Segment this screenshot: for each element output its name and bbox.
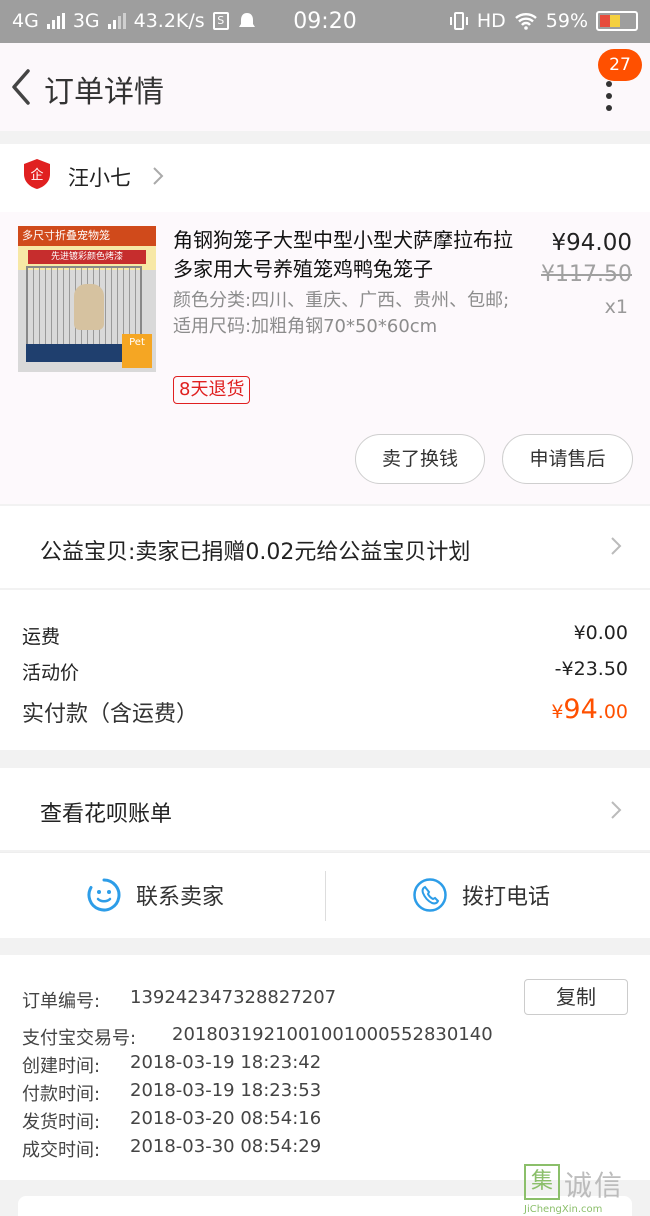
shipping-value: ¥0.00 xyxy=(573,622,628,644)
done-time: 2018-03-30 08:54:29 xyxy=(130,1136,322,1157)
shipped-label: 发货时间: xyxy=(22,1112,101,1133)
image-subline: 先进镀彩颜色烤漆 xyxy=(28,250,146,264)
done-row: 成交时间: 2018-03-30 08:54:29 xyxy=(22,1136,321,1162)
contact-seller-button[interactable]: 联系卖家 xyxy=(86,877,224,913)
total-amount: ¥94.00 xyxy=(551,694,628,725)
order-number-row: 订单编号: 1392423473288272​07 xyxy=(22,987,336,1013)
sell-button[interactable]: 卖了换钱 xyxy=(355,434,485,484)
shop-logo-text: 企 xyxy=(30,167,43,183)
product-title[interactable]: 角钢狗笼子大型中型小型犬萨摩拉布拉多家用大号养殖笼鸡鸭兔笼子 xyxy=(173,226,523,284)
shipping-row: 运费 ¥0.00 xyxy=(22,622,628,649)
charity-row[interactable]: 公益宝贝:卖家已捐赠0.02元给公益宝贝计划 xyxy=(0,506,650,588)
copy-button[interactable]: 复制 xyxy=(524,979,628,1015)
fee-summary: 运费 ¥0.00 活动价 -¥23.50 实付款（含运费） ¥94.00 xyxy=(0,590,650,750)
shipped-time: 2018-03-20 08:54:16 xyxy=(130,1108,322,1129)
wifi-icon xyxy=(514,13,537,30)
huabei-row[interactable]: 查看花呗账单 xyxy=(0,768,650,850)
created-label: 创建时间: xyxy=(22,1056,101,1077)
shipped-row: 发货时间: 2018-03-20 08:54:16 xyxy=(22,1108,321,1134)
shipping-label: 运费 xyxy=(22,626,61,648)
hd-label: HD xyxy=(476,10,506,32)
discount-row: 活动价 -¥23.50 xyxy=(22,658,628,685)
watermark-text: 诚信 xyxy=(564,1169,625,1202)
alipay-label: 支付宝交易号: xyxy=(22,1028,137,1049)
alipay-row: 支付宝交易号: 2018031921001001000552830140 xyxy=(22,1024,493,1050)
done-label: 成交时间: xyxy=(22,1140,101,1161)
discount-label: 活动价 xyxy=(22,662,80,684)
paid-row: 付款时间: 2018-03-19 18:23:53 xyxy=(22,1080,321,1106)
nav-bar: 订单详情 27 xyxy=(0,43,650,131)
order-info: 订单编号: 1392423473288272​07 复制 支付宝交易号: 201… xyxy=(0,955,650,1180)
pet-badge: Pet xyxy=(122,334,152,368)
battery-fill xyxy=(600,15,620,27)
shop-row[interactable]: 企 汪小七 xyxy=(0,144,650,212)
call-phone-label: 拨打电话 xyxy=(462,885,551,910)
huabei-text: 查看花呗账单 xyxy=(40,802,173,827)
total-row: 实付款（含运费） ¥94.00 xyxy=(22,694,628,728)
watermark-url: JiChengXin.com xyxy=(524,1204,603,1215)
status-bar: 4G 3G 43.2K/s S 09:20 HD 59% xyxy=(0,0,650,43)
product-price: ¥94.00 xyxy=(551,230,632,256)
back-arrow-icon[interactable] xyxy=(8,67,36,107)
paid-time: 2018-03-19 18:23:53 xyxy=(130,1080,322,1101)
charity-text: 公益宝贝:卖家已捐赠0.02元给公益宝贝计划 xyxy=(40,540,471,565)
order-number: 1392423473288272​07 xyxy=(130,987,337,1008)
created-row: 创建时间: 2018-03-19 18:23:42 xyxy=(22,1052,321,1078)
vibrate-icon xyxy=(449,12,468,30)
message-count-badge[interactable]: 27 xyxy=(598,49,642,81)
watermark-logo: 集 xyxy=(524,1164,560,1200)
order-item[interactable]: 多尺寸折叠宠物笼 先进镀彩颜色烤漆 Pet 角钢狗笼子大型中型小型犬萨摩拉布拉多… xyxy=(0,212,650,504)
chevron-right-icon xyxy=(153,167,164,185)
alipay-number: 2018031921001001000552830140 xyxy=(172,1024,493,1045)
contact-seller-label: 联系卖家 xyxy=(136,885,225,910)
battery-percent: 59% xyxy=(545,10,588,32)
product-sku: 颜色分类:四川、重庆、广西、贵州、包邮;适用尺码:加粗角钢70*50*60cm xyxy=(173,290,510,337)
page-title: 订单详情 xyxy=(44,75,164,110)
product-image[interactable]: 多尺寸折叠宠物笼 先进镀彩颜色烤漆 Pet xyxy=(18,226,156,372)
return-policy-tag: 8天退货 xyxy=(173,376,251,404)
original-price: ¥117.50 xyxy=(541,262,632,287)
created-time: 2018-03-19 18:23:42 xyxy=(130,1052,322,1073)
more-menu-icon[interactable] xyxy=(606,81,614,121)
phone-icon xyxy=(413,878,447,912)
chevron-right-icon xyxy=(611,801,622,819)
total-decimal: .00 xyxy=(597,701,628,723)
shop-name[interactable]: 汪小七 xyxy=(68,162,131,192)
discount-value: -¥23.50 xyxy=(554,658,628,680)
total-currency: ¥ xyxy=(551,701,564,723)
paid-label: 付款时间: xyxy=(22,1084,101,1105)
contact-bar: 联系卖家 拨打电话 xyxy=(0,852,650,938)
call-phone-button[interactable]: 拨打电话 xyxy=(412,877,550,913)
divider xyxy=(325,871,326,921)
chat-face-icon xyxy=(87,878,121,912)
watermark: 集 诚信 JiChengXin.com xyxy=(524,1164,642,1216)
chevron-right-icon xyxy=(611,537,622,555)
dog-graphic xyxy=(74,284,104,330)
order-number-label: 订单编号: xyxy=(22,991,101,1012)
product-quantity: x1 xyxy=(604,296,628,318)
total-integer: 94 xyxy=(563,694,598,725)
total-label: 实付款（含运费） xyxy=(22,702,199,727)
after-sale-button[interactable]: 申请售后 xyxy=(502,434,633,484)
battery-icon xyxy=(596,11,638,31)
shop-logo-icon: 企 xyxy=(24,159,50,189)
status-right: HD 59% xyxy=(449,10,638,32)
image-headline: 多尺寸折叠宠物笼 xyxy=(18,226,156,246)
